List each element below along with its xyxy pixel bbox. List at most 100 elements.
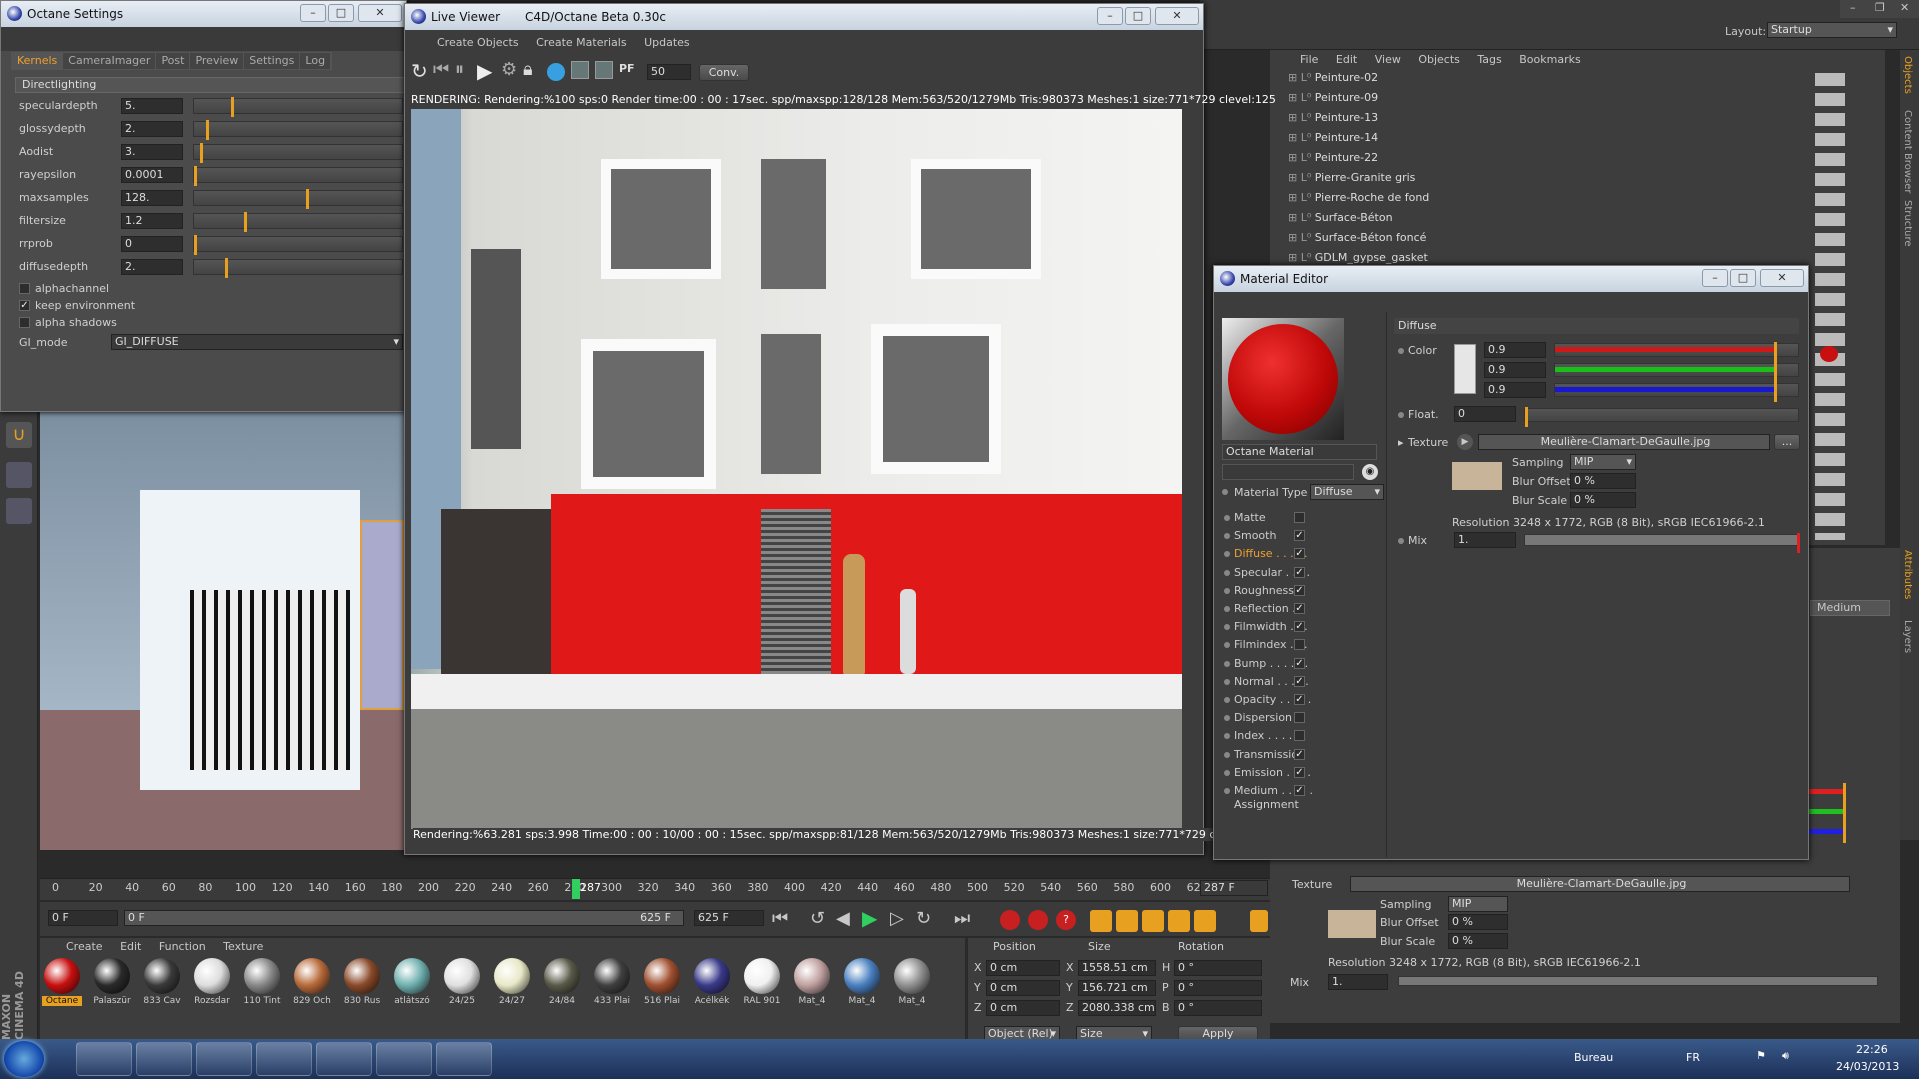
minimize-button[interactable]: – xyxy=(1702,269,1728,287)
magnet-tool-icon[interactable]: ∪ xyxy=(6,422,32,448)
side-tab-attributes[interactable]: Attributes xyxy=(1902,550,1913,599)
texture-expand-icon[interactable]: ▸ xyxy=(1398,436,1404,449)
clock-time[interactable]: 22:26 xyxy=(1856,1043,1888,1056)
param-slider-knob[interactable] xyxy=(194,166,197,186)
channel-smooth[interactable]: Smooth ✓ xyxy=(1222,528,1352,544)
samples-field[interactable]: 50 xyxy=(647,64,691,80)
material-type-select[interactable]: Diffuse ▾ xyxy=(1310,484,1384,500)
lang-label[interactable]: FR xyxy=(1686,1051,1700,1064)
color-swatch[interactable] xyxy=(1454,344,1476,394)
tree-item[interactable]: ⊞ L⁰ Peinture-14 xyxy=(1288,130,1378,146)
refresh-icon[interactable]: ↻ xyxy=(411,59,428,83)
color-b-field[interactable]: 0.9 xyxy=(1484,382,1546,398)
param-slider[interactable] xyxy=(193,143,403,163)
channel-checkbox[interactable]: ✓ xyxy=(1294,621,1305,633)
param-slider-knob[interactable] xyxy=(306,189,310,209)
param-field[interactable]: 128. xyxy=(121,190,183,206)
channel-checkbox[interactable]: ✓ xyxy=(1294,566,1305,578)
maximize-button[interactable]: □ xyxy=(1125,7,1151,25)
color-g-field[interactable]: 0.9 xyxy=(1484,362,1546,378)
volume-icon[interactable]: 🔊︎ xyxy=(1782,1049,1789,1063)
gi-mode-select[interactable]: GI_DIFFUSE ▾ xyxy=(111,334,403,350)
paint-task[interactable] xyxy=(256,1042,312,1076)
param-field[interactable]: 1.2 xyxy=(121,213,183,229)
restart-icon[interactable]: ⏮ xyxy=(433,59,449,80)
param-field[interactable]: 2. xyxy=(121,121,183,137)
goto-start-icon[interactable]: ⏮ xyxy=(772,908,788,929)
param-slider[interactable] xyxy=(193,212,403,232)
mm-menu-create[interactable]: Create xyxy=(66,940,103,953)
channel-checkbox[interactable]: ✓ xyxy=(1294,675,1305,687)
end-frame-field[interactable]: 625 F xyxy=(694,910,764,926)
tree-item[interactable]: ⊞ L⁰ Pierre-Granite gris xyxy=(1288,170,1415,186)
channel-diffuse[interactable]: Diffuse . . . . . ✓ xyxy=(1222,546,1352,562)
close-button[interactable]: ✕ xyxy=(1155,7,1199,25)
range-field[interactable]: 0 F 625 F xyxy=(124,910,684,926)
texture-arrow-icon[interactable]: ▶ xyxy=(1457,434,1473,450)
picker-icon[interactable]: ◉ xyxy=(1362,464,1378,480)
size-field[interactable]: 1558.51 cm xyxy=(1078,960,1156,976)
lower-mix-slider[interactable] xyxy=(1398,976,1878,986)
rotation-field[interactable]: 0 ° xyxy=(1174,960,1262,976)
tab-preview[interactable]: Preview xyxy=(190,53,245,69)
channel-checkbox[interactable]: ✓ xyxy=(1294,766,1305,778)
position-field[interactable]: 0 cm xyxy=(986,980,1060,996)
channel-checkbox[interactable]: ✓ xyxy=(1294,603,1305,614)
material-tag-red[interactable] xyxy=(1820,346,1838,362)
material-swatch[interactable]: Mat_4 xyxy=(792,956,832,1006)
material-swatch[interactable]: Octane xyxy=(42,956,82,1006)
layout-select[interactable]: Startup ▾ xyxy=(1767,22,1897,38)
color-b-slider[interactable] xyxy=(1554,382,1799,402)
material-swatch[interactable]: Rozsdar xyxy=(192,956,232,1006)
menu-create-materials[interactable]: Create Materials xyxy=(536,36,626,49)
size-field[interactable]: 156.721 cm xyxy=(1078,980,1156,996)
lower-texture-file[interactable]: Meulière-Clamart-DeGaulle.jpg xyxy=(1350,876,1850,892)
media-player-task[interactable] xyxy=(136,1042,192,1076)
channel-filmindex[interactable]: Filmindex . . . xyxy=(1222,637,1352,653)
size-field[interactable]: 2080.338 cm xyxy=(1078,1000,1156,1016)
assignment-label[interactable]: Assignment xyxy=(1234,798,1299,811)
menu-tags[interactable]: Tags xyxy=(1477,53,1501,66)
lower-sampling-select[interactable]: MIP xyxy=(1448,896,1508,912)
mm-menu-edit[interactable]: Edit xyxy=(120,940,141,953)
param-slider[interactable] xyxy=(193,235,403,255)
next-frame-icon[interactable]: ▷ xyxy=(890,908,904,929)
menu-objects[interactable]: Objects xyxy=(1418,53,1460,66)
param-slider-knob[interactable] xyxy=(225,258,229,278)
prev-key-icon[interactable]: ↺ xyxy=(810,908,825,929)
channel-checkbox[interactable]: ✓ xyxy=(1294,694,1305,705)
save-icon[interactable] xyxy=(571,61,589,79)
tab-post[interactable]: Post xyxy=(156,53,191,69)
color-r-field[interactable]: 0.9 xyxy=(1484,342,1546,358)
bureau-label[interactable]: Bureau xyxy=(1574,1051,1613,1064)
channel-checkbox[interactable] xyxy=(1294,712,1305,724)
tree-item[interactable]: ⊞ L⁰ Peinture-02 xyxy=(1288,70,1378,86)
param-slider[interactable] xyxy=(193,166,403,186)
material-swatch[interactable]: 829 Och xyxy=(292,956,332,1006)
param-slider-knob[interactable] xyxy=(206,120,210,140)
cinema4d-task[interactable] xyxy=(436,1042,492,1076)
close-button[interactable]: ✕ xyxy=(358,4,402,22)
menu-updates[interactable]: Updates xyxy=(644,36,690,49)
material-swatch[interactable]: RAL 901 xyxy=(742,956,782,1006)
explorer-task[interactable] xyxy=(76,1042,132,1076)
move-icon[interactable] xyxy=(1090,910,1112,932)
tab-settings[interactable]: Settings xyxy=(244,53,301,69)
mix-field[interactable]: 1. xyxy=(1454,532,1516,548)
param-slider-knob[interactable] xyxy=(200,143,204,163)
chrome-task[interactable] xyxy=(196,1042,252,1076)
side-tab-structure[interactable]: Structure xyxy=(1902,200,1913,247)
close-button[interactable]: ✕ xyxy=(1760,269,1804,287)
grid-tool-icon[interactable] xyxy=(6,462,32,488)
channel-transmission[interactable]: Transmission ✓ xyxy=(1222,747,1352,763)
mm-menu-function[interactable]: Function xyxy=(159,940,206,953)
scale-icon[interactable] xyxy=(1116,910,1138,932)
color-r-slider[interactable] xyxy=(1554,342,1799,362)
itunes-task[interactable] xyxy=(376,1042,432,1076)
menu-file[interactable]: File xyxy=(1300,53,1318,66)
channel-roughness[interactable]: Roughness ✓ xyxy=(1222,583,1352,599)
settings-icon[interactable]: ⚙ xyxy=(501,59,517,80)
channel-checkbox[interactable]: ✓ xyxy=(1294,657,1305,669)
tree-item[interactable]: ⊞ L⁰ Surface-Béton xyxy=(1288,210,1393,226)
param-icon[interactable] xyxy=(1168,910,1190,932)
